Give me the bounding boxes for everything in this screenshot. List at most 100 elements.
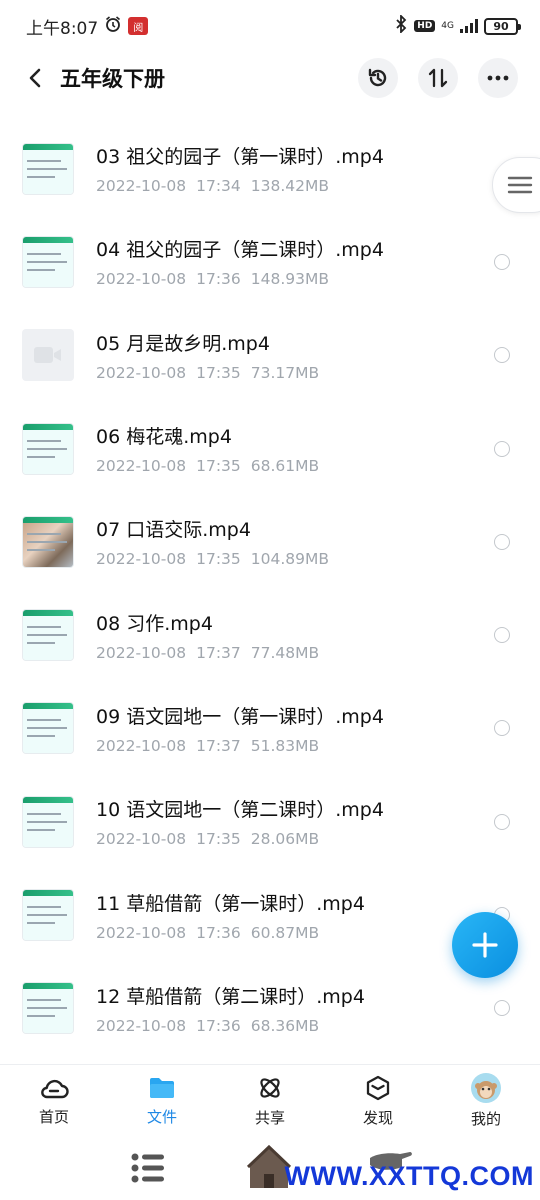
file-name: 04 祖父的园子（第二课时）.mp4 bbox=[96, 239, 384, 262]
sort-icon bbox=[428, 68, 448, 88]
signal-icon bbox=[460, 19, 478, 33]
file-date: 2022-10-08 bbox=[96, 270, 187, 289]
file-row[interactable]: 12 草船借箭（第二课时）.mp4 2022-10-08 17:36 68.36… bbox=[0, 962, 540, 1055]
file-meta: 2022-10-08 17:36 60.87MB bbox=[96, 924, 365, 942]
battery-indicator: 90 bbox=[484, 17, 521, 35]
more-icon bbox=[487, 75, 509, 81]
video-thumbnail bbox=[22, 795, 74, 848]
file-size: 68.36MB bbox=[250, 1016, 320, 1035]
nav-files[interactable]: 文件 bbox=[108, 1065, 216, 1136]
select-checkbox[interactable] bbox=[494, 1000, 510, 1017]
file-date: 2022-10-08 bbox=[96, 736, 187, 755]
nav-files-label: 文件 bbox=[146, 1107, 177, 1126]
file-date: 2022-10-08 bbox=[96, 643, 187, 662]
video-camera-icon bbox=[34, 347, 61, 364]
status-bar: 上午8:07 阅 HD 4G 90 bbox=[0, 0, 540, 52]
history-icon bbox=[368, 68, 387, 87]
file-name: 09 语文园地一（第一课时）.mp4 bbox=[96, 705, 384, 728]
menu-icon bbox=[507, 176, 533, 194]
list-icon[interactable] bbox=[130, 1150, 166, 1190]
file-row[interactable]: 08 习作.mp4 2022-10-08 17:37 77.48MB bbox=[0, 588, 540, 681]
select-checkbox[interactable] bbox=[494, 347, 510, 364]
file-name: 07 口语交际.mp4 bbox=[96, 519, 251, 542]
select-checkbox[interactable] bbox=[494, 533, 510, 550]
nav-profile-label: 我的 bbox=[470, 1109, 501, 1128]
file-meta: 2022-10-08 17:35 104.89MB bbox=[96, 550, 329, 568]
sort-button[interactable] bbox=[418, 58, 458, 98]
alarm-icon bbox=[104, 15, 122, 38]
video-thumbnail bbox=[22, 142, 74, 195]
file-time: 17:35 bbox=[196, 550, 241, 569]
file-size: 60.87MB bbox=[250, 923, 320, 942]
nav-discover[interactable]: 发现 bbox=[324, 1065, 432, 1136]
file-time: 17:35 bbox=[196, 457, 241, 476]
nav-share-label: 共享 bbox=[254, 1108, 285, 1127]
file-row[interactable]: 10 语文园地一（第二课时）.mp4 2022-10-08 17:35 28.0… bbox=[0, 775, 540, 868]
select-checkbox[interactable] bbox=[494, 253, 510, 270]
avatar bbox=[471, 1072, 501, 1103]
file-name: 10 语文园地一（第二课时）.mp4 bbox=[96, 799, 384, 822]
bluetooth-icon bbox=[394, 13, 408, 37]
nav-home-label: 首页 bbox=[38, 1107, 69, 1126]
file-row[interactable]: 04 祖父的园子（第二课时）.mp4 2022-10-08 17:36 148.… bbox=[0, 215, 540, 308]
file-size: 68.61MB bbox=[250, 457, 320, 476]
file-time: 17:37 bbox=[196, 643, 241, 662]
nav-profile[interactable]: 我的 bbox=[432, 1065, 540, 1136]
video-thumbnail bbox=[22, 515, 74, 568]
file-date: 2022-10-08 bbox=[96, 177, 187, 196]
file-row[interactable]: 06 梅花魂.mp4 2022-10-08 17:35 68.61MB bbox=[0, 402, 540, 495]
file-row[interactable]: 03 祖父的园子（第一课时）.mp4 2022-10-08 17:34 138.… bbox=[0, 122, 540, 215]
cloud-icon bbox=[41, 1079, 69, 1098]
nav-share[interactable]: 共享 bbox=[216, 1065, 324, 1136]
file-meta: 2022-10-08 17:35 73.17MB bbox=[96, 364, 319, 382]
nav-home[interactable]: 首页 bbox=[0, 1065, 108, 1136]
more-button[interactable] bbox=[478, 58, 518, 98]
back-button[interactable] bbox=[20, 58, 50, 98]
file-time: 17:36 bbox=[196, 1016, 241, 1035]
file-row[interactable]: 09 语文园地一（第一课时）.mp4 2022-10-08 17:37 51.8… bbox=[0, 682, 540, 775]
video-thumbnail bbox=[22, 889, 74, 942]
video-thumbnail bbox=[22, 609, 74, 662]
history-button[interactable] bbox=[358, 58, 398, 98]
atom-icon bbox=[260, 1077, 280, 1098]
file-time: 17:35 bbox=[196, 363, 241, 382]
file-row[interactable]: 05 月是故乡明.mp4 2022-10-08 17:35 73.17MB bbox=[0, 309, 540, 402]
file-name: 12 草船借箭（第二课时）.mp4 bbox=[96, 985, 365, 1008]
file-name: 06 梅花魂.mp4 bbox=[96, 426, 232, 449]
file-name: 05 月是故乡明.mp4 bbox=[96, 332, 270, 355]
file-size: 28.06MB bbox=[250, 830, 320, 849]
file-time: 17:36 bbox=[196, 923, 241, 942]
network-type: 4G bbox=[441, 20, 454, 31]
select-checkbox[interactable] bbox=[494, 440, 510, 457]
select-checkbox[interactable] bbox=[494, 813, 510, 830]
file-name: 11 草船借箭（第一课时）.mp4 bbox=[96, 892, 365, 915]
file-date: 2022-10-08 bbox=[96, 923, 187, 942]
file-date: 2022-10-08 bbox=[96, 550, 187, 569]
select-checkbox[interactable] bbox=[494, 720, 510, 737]
file-size: 104.89MB bbox=[250, 550, 330, 569]
side-drawer-handle[interactable] bbox=[492, 157, 540, 213]
watermark-text: WWW.XXTTQ.COM bbox=[284, 1161, 534, 1191]
select-checkbox[interactable] bbox=[494, 627, 510, 644]
file-meta: 2022-10-08 17:35 28.06MB bbox=[96, 830, 384, 848]
video-thumbnail bbox=[22, 422, 74, 475]
chevron-left-icon bbox=[29, 68, 41, 88]
file-meta: 2022-10-08 17:35 68.61MB bbox=[96, 457, 319, 475]
file-size: 138.42MB bbox=[250, 177, 330, 196]
file-time: 17:36 bbox=[196, 270, 241, 289]
file-time: 17:37 bbox=[196, 736, 241, 755]
file-date: 2022-10-08 bbox=[96, 457, 187, 476]
file-time: 17:35 bbox=[196, 830, 241, 849]
file-row[interactable]: 07 口语交际.mp4 2022-10-08 17:35 104.89MB bbox=[0, 495, 540, 588]
file-size: 73.17MB bbox=[250, 363, 320, 382]
file-meta: 2022-10-08 17:34 138.42MB bbox=[96, 177, 384, 195]
file-date: 2022-10-08 bbox=[96, 830, 187, 849]
status-time: 上午8:07 bbox=[26, 18, 99, 39]
file-meta: 2022-10-08 17:36 148.93MB bbox=[96, 270, 384, 288]
app-header: 五年级下册 bbox=[0, 52, 540, 104]
cube-icon bbox=[366, 1075, 390, 1100]
file-list: 03 祖父的园子（第一课时）.mp4 2022-10-08 17:34 138.… bbox=[0, 122, 540, 1055]
video-thumbnail bbox=[22, 982, 74, 1035]
add-button[interactable] bbox=[452, 912, 518, 978]
folder-icon bbox=[150, 1077, 174, 1098]
